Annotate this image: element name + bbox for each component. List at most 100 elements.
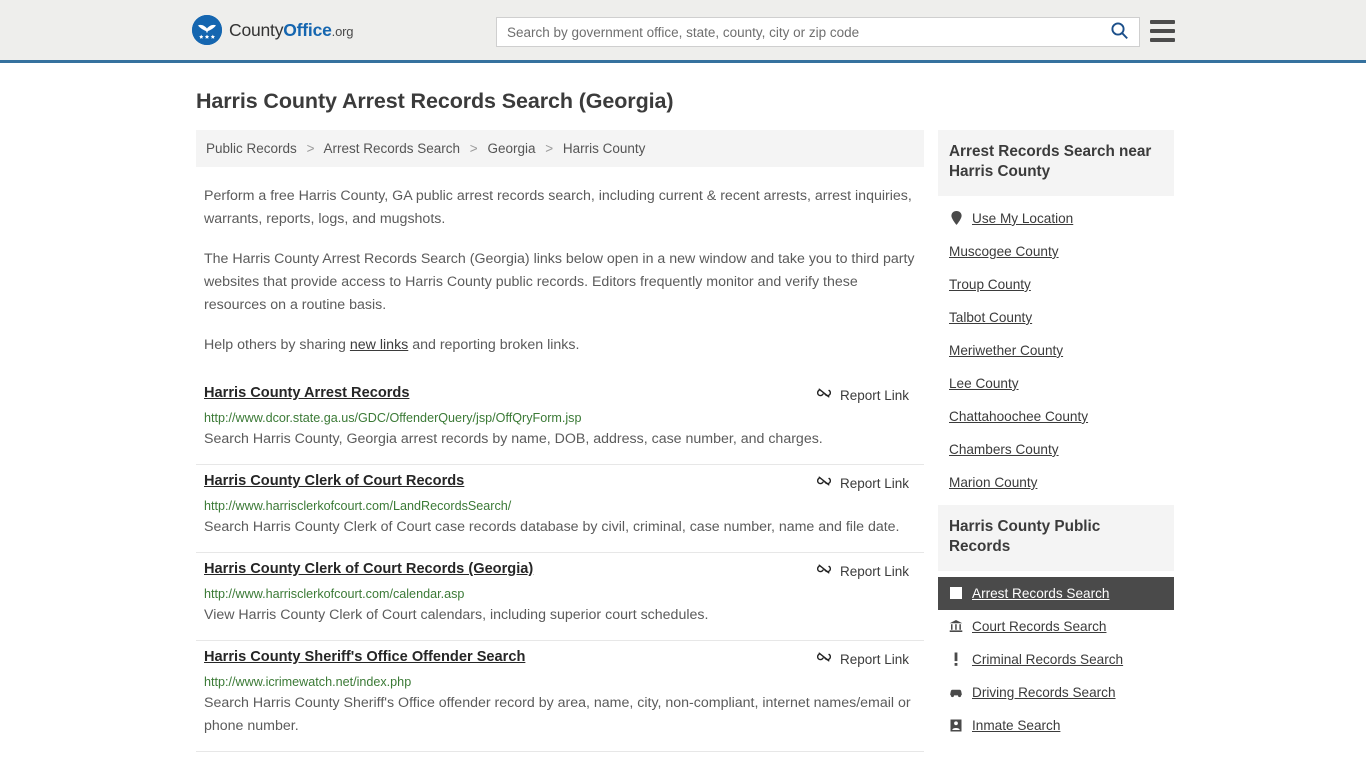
car-icon (949, 685, 963, 700)
sidebar-link-label[interactable]: Criminal Records Search (972, 652, 1123, 667)
search-bar[interactable] (496, 17, 1140, 47)
result-url: http://www.harrisclerkofcourt.com/LandRe… (204, 499, 512, 513)
report-link-label: Report Link (839, 564, 909, 579)
report-link-button[interactable]: Report Link (816, 561, 909, 581)
new-links-link[interactable]: new links (350, 337, 408, 353)
sidebar-item-use-my-location[interactable]: Use My Location (938, 202, 1174, 235)
result-description: Search Harris County, Georgia arrest rec… (204, 431, 823, 447)
sidebar-link-label[interactable]: Lee County (949, 376, 1019, 391)
public-records-heading: Harris County Public Records (938, 504, 1174, 571)
sidebar-item-inmate-search[interactable]: Inmate Search (938, 709, 1174, 742)
sidebar-item-meriwether-county[interactable]: Meriwether County (938, 334, 1174, 367)
logo-text: CountyOffice.org (229, 20, 353, 41)
results-list: Harris County Arrest Records Report Link (196, 377, 924, 752)
sidebar-item-marion-county[interactable]: Marion County (938, 466, 1174, 499)
intro-paragraph-2: The Harris County Arrest Records Search … (204, 251, 915, 313)
nearby-counties-heading: Arrest Records Search near Harris County (938, 130, 1174, 196)
result-description: View Harris County Clerk of Court calend… (204, 607, 709, 623)
report-link-label: Report Link (839, 388, 909, 403)
sidebar-item-chambers-county[interactable]: Chambers County (938, 433, 1174, 466)
intro-p3-after: and reporting broken links. (408, 337, 580, 353)
site-logo[interactable]: CountyOffice.org (192, 15, 353, 45)
breadcrumb-item-arrest-records-search[interactable]: Arrest Records Search (323, 141, 460, 156)
search-button[interactable] (1099, 18, 1139, 46)
sidebar-item-muscogee-county[interactable]: Muscogee County (938, 235, 1174, 268)
sidebar-link-label[interactable]: Talbot County (949, 310, 1032, 325)
breadcrumb-separator: > (306, 141, 315, 156)
breadcrumb-item-harris-county[interactable]: Harris County (563, 141, 646, 156)
broken-link-icon (816, 386, 832, 405)
breadcrumb-item-public-records[interactable]: Public Records (206, 141, 297, 156)
main-column: Public Records > Arrest Records Search >… (196, 130, 924, 752)
report-link-button[interactable]: Report Link (816, 473, 909, 493)
result-header: Harris County Clerk of Court Records Rep… (204, 473, 916, 493)
result-url: http://www.harrisclerkofcourt.com/calend… (204, 587, 465, 601)
hamburger-bar (1150, 29, 1175, 33)
logo-name-part2: Office (283, 19, 332, 40)
public-records-list: Arrest Records Search Court Records Sear… (938, 571, 1174, 744)
result-item: Harris County Clerk of Court Records (Ge… (196, 553, 924, 641)
result-item: Harris County Clerk of Court Records Rep… (196, 465, 924, 553)
result-url: http://www.icrimewatch.net/index.php (204, 675, 412, 689)
logo-tld: .org (331, 23, 354, 39)
hamburger-bar (1150, 20, 1175, 24)
sidebar: Arrest Records Search near Harris County… (938, 130, 1174, 748)
breadcrumb-separator: > (469, 141, 478, 156)
sidebar-link-label[interactable]: Troup County (949, 277, 1031, 292)
breadcrumb-separator: > (545, 141, 554, 156)
courthouse-icon (949, 619, 963, 634)
nearby-counties-box: Arrest Records Search near Harris County… (938, 130, 1174, 501)
report-link-button[interactable]: Report Link (816, 649, 909, 669)
result-title-link[interactable]: Harris County Sheriff's Office Offender … (204, 649, 525, 665)
result-url: http://www.dcor.state.ga.us/GDC/Offender… (204, 411, 582, 425)
nearby-counties-list: Use My Location Muscogee County Troup Co… (938, 196, 1174, 501)
sidebar-link-label[interactable]: Muscogee County (949, 244, 1059, 259)
hamburger-bar (1150, 38, 1175, 42)
result-item: Harris County Arrest Records Report Link (196, 377, 924, 465)
broken-link-icon (816, 650, 832, 669)
intro-paragraph-3: Help others by sharing new links and rep… (196, 334, 924, 357)
sidebar-link-label[interactable]: Arrest Records Search (972, 586, 1110, 601)
sidebar-item-court-records-search[interactable]: Court Records Search (938, 610, 1174, 643)
sidebar-item-arrest-records-search[interactable]: Arrest Records Search (938, 576, 1174, 610)
page-container: Harris County Arrest Records Search (Geo… (0, 89, 1366, 752)
eagle-seal-icon (192, 15, 222, 45)
intro-p3-before: Help others by sharing (204, 337, 350, 353)
sidebar-item-criminal-records-search[interactable]: Criminal Records Search (938, 643, 1174, 676)
sidebar-link-label[interactable]: Inmate Search (972, 718, 1060, 733)
public-records-box: Harris County Public Records Arrest Reco… (938, 504, 1174, 744)
result-header: Harris County Sheriff's Office Offender … (204, 649, 916, 669)
sidebar-item-driving-records-search[interactable]: Driving Records Search (938, 676, 1174, 709)
sidebar-link-label[interactable]: Court Records Search (972, 619, 1106, 634)
search-input[interactable] (497, 18, 1099, 46)
result-title-link[interactable]: Harris County Clerk of Court Records (204, 473, 464, 489)
intro-text: Perform a free Harris County, GA public … (196, 185, 924, 357)
sidebar-item-troup-county[interactable]: Troup County (938, 268, 1174, 301)
sidebar-item-lee-county[interactable]: Lee County (938, 367, 1174, 400)
sidebar-item-talbot-county[interactable]: Talbot County (938, 301, 1174, 334)
result-item: Harris County Sheriff's Office Offender … (196, 641, 924, 752)
result-header: Harris County Clerk of Court Records (Ge… (204, 561, 916, 581)
report-link-button[interactable]: Report Link (816, 385, 909, 405)
result-title-link[interactable]: Harris County Arrest Records (204, 385, 409, 401)
breadcrumb-item-georgia[interactable]: Georgia (487, 141, 535, 156)
logo-name-part1: County (229, 19, 284, 40)
result-title-link[interactable]: Harris County Clerk of Court Records (Ge… (204, 561, 533, 577)
broken-link-icon (816, 474, 832, 493)
result-description: Search Harris County Sheriff's Office of… (204, 695, 911, 734)
sidebar-link-label[interactable]: Driving Records Search (972, 685, 1116, 700)
page-title: Harris County Arrest Records Search (Geo… (196, 89, 674, 113)
inmate-icon (949, 718, 963, 733)
site-header: CountyOffice.org (0, 0, 1366, 63)
sidebar-link-label[interactable]: Chambers County (949, 442, 1059, 457)
sidebar-item-chattahoochee-county[interactable]: Chattahoochee County (938, 400, 1174, 433)
content-columns: Public Records > Arrest Records Search >… (196, 130, 1174, 752)
hamburger-menu-icon[interactable] (1150, 20, 1175, 42)
map-pin-icon (949, 211, 963, 226)
report-link-label: Report Link (839, 476, 909, 491)
exclamation-icon (949, 652, 963, 667)
sidebar-link-label[interactable]: Chattahoochee County (949, 409, 1088, 424)
sidebar-link-label[interactable]: Marion County (949, 475, 1037, 490)
sidebar-link-label[interactable]: Meriwether County (949, 343, 1063, 358)
sidebar-link-label[interactable]: Use My Location (972, 211, 1073, 226)
